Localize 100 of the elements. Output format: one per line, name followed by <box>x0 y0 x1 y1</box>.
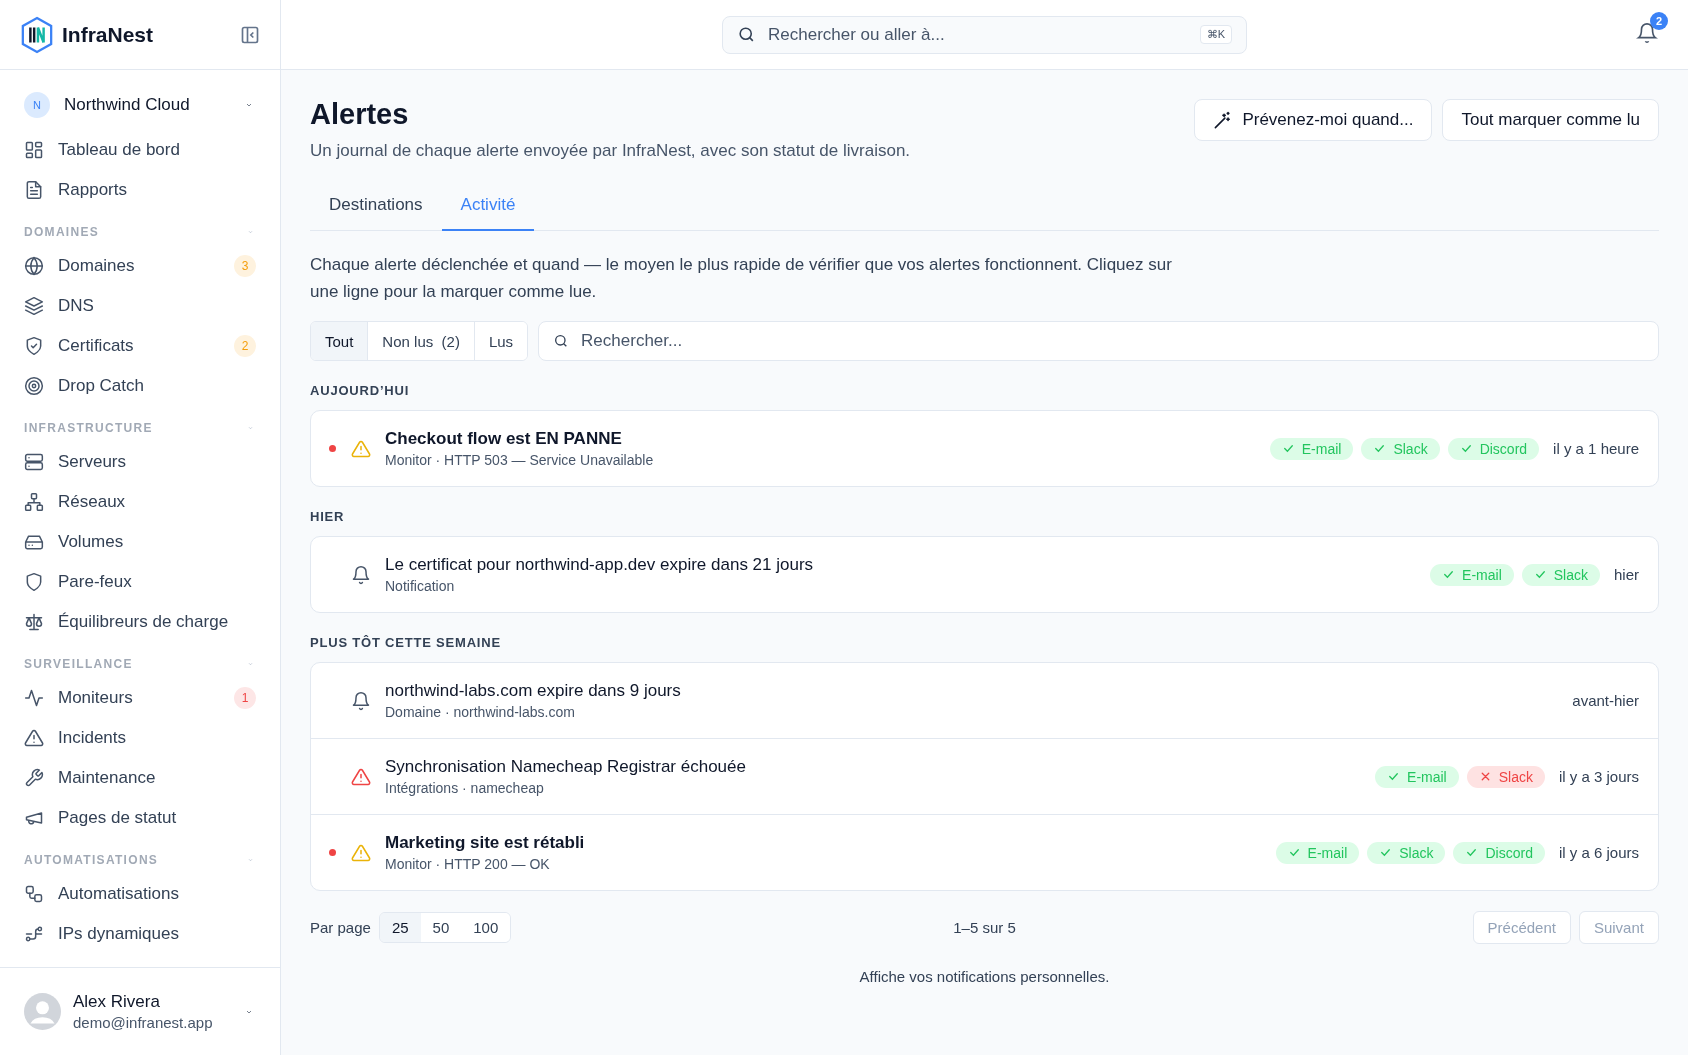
alert-time: il y a 6 jours <box>1558 844 1639 861</box>
nav-item[interactable]: Serveurs <box>24 442 256 482</box>
alert-row[interactable]: Marketing site est rétabli Monitor · HTTP 200 — OK E-mail Slack Discord il y a 6 jours <box>311 815 1658 890</box>
drive-icon <box>24 532 44 552</box>
alert-source: Intégrations · namecheap <box>385 780 545 796</box>
search-field[interactable]: Rechercher... <box>538 321 1659 361</box>
footer-note: Affiche vos notifications personnelles. <box>858 968 1111 985</box>
warning-icon <box>24 728 44 748</box>
alert-title: Marketing site est rétabli <box>385 833 586 853</box>
mark-all-read-button[interactable]: Tout marquer comme lu <box>1442 99 1659 141</box>
alert-row[interactable]: Synchronisation Namecheap Registrar échouée Intégrations · namecheap E-mail Slack il y a 3 jours <box>311 739 1658 815</box>
route-icon <box>24 924 44 944</box>
workspace-avatar: N <box>24 92 50 118</box>
alert-row[interactable]: Checkout flow est EN PANNE Monitor · HTTP 503 — Service Unavailable E-mail Slack Discord il y a 1 heure <box>311 411 1658 486</box>
count-badge: 3 <box>234 255 256 277</box>
nav-item[interactable]: Volumes <box>24 522 256 562</box>
alert-title: northwind-labs.com expire dans 9 jours <box>385 681 682 701</box>
per-page-label: Par page <box>310 919 371 936</box>
server-icon <box>24 452 44 472</box>
search-icon <box>737 25 756 44</box>
global-search-input[interactable]: Rechercher ou aller à... <box>766 23 1190 46</box>
page-size-option[interactable]: 50 <box>420 913 462 942</box>
nav-item[interactable]: Équilibreurs de charge <box>24 602 256 642</box>
page-title: Alertes <box>310 98 410 131</box>
page-size-option[interactable]: 100 <box>461 913 511 942</box>
check-icon <box>1533 568 1547 581</box>
avatar-icon <box>24 993 61 1030</box>
alert-time: avant-hier <box>1572 692 1639 709</box>
nav-item[interactable]: Réseaux <box>24 482 256 522</box>
shield-check-icon <box>24 336 44 356</box>
nav-item[interactable]: Pare-feux <box>24 562 256 602</box>
user-name: Alex Rivera <box>73 992 161 1012</box>
delivery-badge: Discord <box>1447 437 1540 460</box>
nav-item[interactable]: Certificats 2 <box>24 326 256 366</box>
workspace-switcher[interactable]: N Northwind Cloud <box>24 84 256 126</box>
delivery-badge: E-mail <box>1269 437 1354 460</box>
check-icon <box>1379 846 1393 859</box>
alert-source: Monitor · HTTP 503 — Service Unavailable <box>385 452 655 468</box>
nav-item[interactable]: DNS <box>24 286 256 326</box>
scale-icon <box>24 612 44 632</box>
check-icon <box>1373 442 1387 455</box>
search-input[interactable]: Rechercher... <box>579 330 1644 352</box>
nav-item[interactable]: IPs dynamiques <box>24 914 256 954</box>
blocks-icon <box>24 884 44 904</box>
bell-icon[interactable] <box>1636 22 1658 44</box>
wrench-icon <box>24 768 44 788</box>
check-icon <box>1281 442 1295 455</box>
alert-title: Le certificat pour northwind-app.dev expire dans 21 jours <box>385 555 815 575</box>
alert-row[interactable]: Le certificat pour northwind-app.dev expire dans 21 jours Notification E-mail Slack hier <box>311 537 1658 612</box>
alert-source: Monitor · HTTP 200 — OK <box>385 856 551 872</box>
count-badge: 2 <box>234 335 256 357</box>
tab[interactable]: Destinations <box>310 181 442 231</box>
user-menu[interactable]: Alex Rivera demo@infranest.app <box>0 967 280 1055</box>
notify-me-button[interactable]: Prévenez-moi quand... <box>1194 99 1433 141</box>
alert-time: il y a 1 heure <box>1553 440 1639 457</box>
nav-item[interactable]: Drop Catch <box>24 366 256 406</box>
description-text: Chaque alerte déclenchée et quand — le moyen le plus rapide de vérifier que vos alertes fonctionnent. Cliquez sur une ligne pour la marquer comme lue. <box>310 254 1173 303</box>
brand-name: InfraNest <box>62 22 155 47</box>
nav-item[interactable]: Incidents <box>24 718 256 758</box>
tab[interactable]: Activité <box>441 181 535 231</box>
network-icon <box>24 492 44 512</box>
group-heading: AUJOURD’HUI <box>310 383 411 398</box>
nav-item[interactable]: Automatisations <box>24 874 256 914</box>
layers-icon <box>24 296 44 316</box>
alert-time: il y a 3 jours <box>1558 768 1639 785</box>
global-search-field[interactable]: Rechercher ou aller à... ⌘K <box>722 15 1247 54</box>
filter-tab[interactable]: Tout <box>311 322 369 360</box>
alert-title: Checkout flow est EN PANNE <box>385 429 623 449</box>
page-subtitle: Un journal de chaque alerte envoyée par InfraNest, avec son statut de livraison. <box>310 141 911 161</box>
pulse-icon <box>24 688 44 708</box>
document-icon <box>24 180 44 200</box>
nav-item[interactable]: Domaines 3 <box>24 246 256 286</box>
nav-item[interactable]: Pages de statut <box>24 798 256 838</box>
delivery-badge: E-mail <box>1275 841 1360 864</box>
grid-icon <box>24 140 44 160</box>
delivery-badge: Slack <box>1521 563 1600 586</box>
shortcut-key: ⌘K <box>1199 25 1232 44</box>
nav-item[interactable]: Maintenance <box>24 758 256 798</box>
nav-item[interactable]: Rapports <box>24 170 256 210</box>
warning-icon <box>351 438 371 459</box>
nav-item[interactable]: Moniteurs 1 <box>24 678 256 718</box>
group-heading: HIER <box>310 509 346 524</box>
nav-item[interactable]: Tableau de bord <box>24 130 256 170</box>
alert-row[interactable]: northwind-labs.com expire dans 9 jours Domaine · northwind-labs.com avant-hier <box>311 663 1658 739</box>
sidebar-toggle-icon[interactable] <box>240 24 260 45</box>
count-badge: 1 <box>234 687 256 709</box>
globe-icon <box>24 256 44 276</box>
logo-icon <box>20 15 54 54</box>
delivery-badge: Slack <box>1361 437 1440 460</box>
alert-time: hier <box>1614 566 1639 583</box>
warning-icon <box>351 842 371 863</box>
alert-source: Notification <box>385 578 456 594</box>
magic-wand-icon <box>1213 110 1233 130</box>
delivery-badge: Slack <box>1367 841 1446 864</box>
warning-icon <box>351 766 371 787</box>
page-size-option[interactable]: 25 <box>379 913 421 942</box>
group-heading: PLUS TÔT CETTE SEMAINE <box>310 635 502 650</box>
delivery-badge: Slack <box>1466 765 1545 788</box>
page-range: 1–5 sur 5 <box>953 919 1016 936</box>
check-icon <box>1287 846 1301 859</box>
